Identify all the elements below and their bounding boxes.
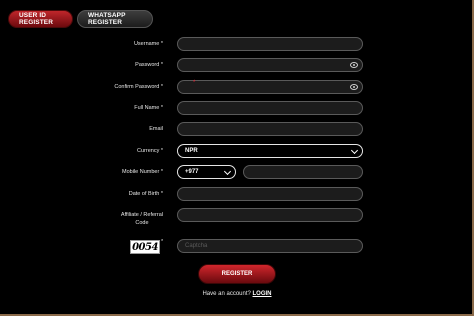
dob-row: Date of Birth * — [0, 187, 474, 201]
country-code-value: +977 — [185, 169, 199, 175]
show-password-icon[interactable] — [350, 62, 358, 68]
currency-value: NPR — [185, 148, 198, 154]
register-panel: USER ID REGISTER WHATSAPP REGISTER Usern… — [0, 0, 474, 316]
affiliate-label-line1: Affiliate / Referral — [120, 212, 163, 218]
chevron-down-icon — [350, 146, 359, 155]
affiliate-label-line2: Code — [135, 220, 149, 226]
currency-row: Currency * NPR — [0, 144, 474, 158]
affiliate-code-input[interactable] — [177, 208, 363, 222]
affiliate-label: Affiliate / Referral Code — [121, 211, 163, 227]
confirm-password-row: Confirm Password * — [0, 80, 474, 94]
currency-select[interactable]: NPR — [177, 144, 363, 158]
password-row: Password * — [0, 58, 474, 72]
username-label: Username * — [133, 41, 163, 47]
register-tabs: USER ID REGISTER WHATSAPP REGISTER — [8, 10, 153, 28]
mobile-number-input[interactable] — [243, 165, 363, 179]
have-account-text: Have an account? — [202, 291, 251, 297]
full-name-input[interactable] — [177, 101, 363, 115]
mobile-label: Mobile Number * — [122, 169, 163, 175]
confirm-password-input[interactable] — [177, 80, 363, 94]
password-label: Password * — [135, 62, 163, 68]
tab-user-id-register[interactable]: USER ID REGISTER — [8, 10, 73, 28]
country-code-select[interactable]: +977 — [177, 165, 236, 179]
register-button[interactable]: REGISTER — [198, 264, 276, 284]
currency-label: Currency * — [137, 148, 163, 154]
affiliate-row: Affiliate / Referral Code — [0, 208, 474, 226]
full-name-row: Full Name * — [0, 101, 474, 115]
username-row: Username * — [0, 37, 474, 51]
captcha-required-marker: * — [161, 239, 164, 245]
captcha-input[interactable]: Captcha — [177, 239, 363, 253]
show-confirm-password-icon[interactable] — [350, 84, 358, 90]
username-input[interactable] — [177, 37, 363, 51]
password-input[interactable] — [177, 58, 363, 72]
login-link[interactable]: LOGIN — [253, 291, 272, 297]
chevron-down-icon — [223, 167, 232, 176]
captcha-placeholder: Captcha — [185, 243, 208, 249]
email-row: Email — [0, 122, 474, 136]
mobile-row: Mobile Number * +977 — [0, 165, 474, 179]
full-name-label: Full Name * — [134, 105, 163, 111]
required-marker: * — [193, 80, 196, 86]
tab-whatsapp-register[interactable]: WHATSAPP REGISTER — [77, 10, 153, 28]
login-prompt: Have an account? LOGIN — [0, 291, 474, 297]
captcha-image: 0054 — [130, 240, 160, 254]
email-label: Email — [149, 126, 163, 132]
dob-input[interactable] — [177, 187, 363, 201]
dob-label: Date of Birth * — [128, 191, 163, 197]
confirm-password-label: Confirm Password * — [114, 84, 163, 90]
email-input[interactable] — [177, 122, 363, 136]
